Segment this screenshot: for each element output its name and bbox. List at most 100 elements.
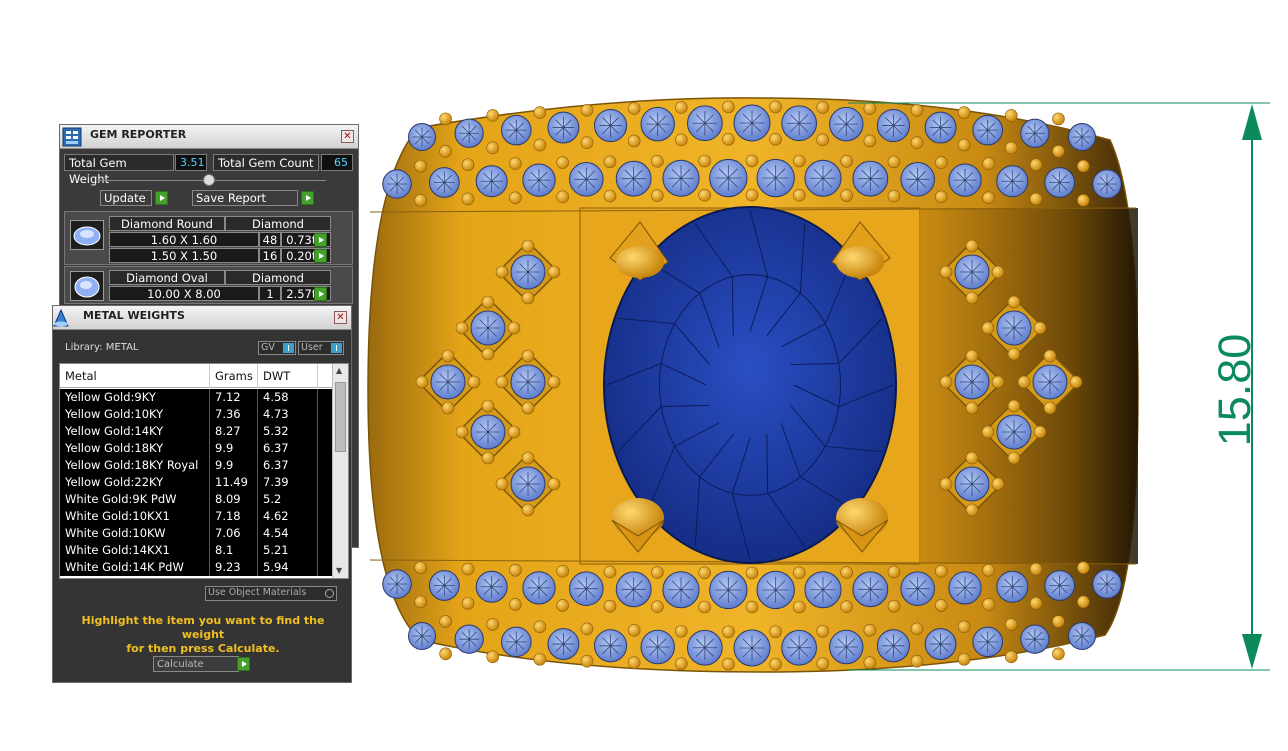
bead [1077, 194, 1090, 207]
bead [414, 159, 427, 173]
use-object-materials-dropdown[interactable]: Use Object Materials [205, 586, 337, 601]
pave-gem [954, 466, 990, 502]
table-row[interactable]: White Gold:14K PdW 9.23 5.94 [60, 559, 332, 576]
dimension-arrow-down [1242, 634, 1262, 669]
bead [486, 618, 500, 631]
splitter-handle-icon[interactable] [203, 174, 215, 186]
metal-weights-close-icon[interactable]: ✕ [334, 311, 347, 324]
pave-gem [1092, 169, 1122, 199]
table-row[interactable]: White Gold:10KX1 7.18 4.62 [60, 508, 332, 525]
pave-gem [996, 570, 1029, 603]
table-row[interactable]: Yellow Gold:18KY 9.9 6.37 [60, 440, 332, 457]
update-go-icon[interactable] [155, 191, 168, 205]
gem-row-go-icon[interactable] [314, 233, 327, 247]
bead [1029, 562, 1043, 576]
bead [521, 503, 535, 517]
bead [674, 657, 688, 670]
cell-metal: Yellow Gold:22KY [60, 474, 210, 491]
table-row[interactable]: Yellow Gold:10KY 7.36 4.73 [60, 406, 332, 423]
calculate-go-icon[interactable] [237, 657, 250, 671]
bead [580, 104, 594, 117]
bead [935, 599, 948, 612]
bead [863, 623, 877, 637]
bead [769, 100, 782, 114]
pave-gem [475, 165, 508, 198]
user-toggle-label: User [301, 342, 323, 353]
table-row[interactable]: Yellow Gold:14KY 8.27 5.32 [60, 423, 332, 440]
bead [461, 562, 475, 576]
gem-group-diamond-oval[interactable]: Diamond Oval Diamond 10.00 X 8.00 1 2.57… [64, 266, 353, 304]
oval-gem-icon [70, 271, 104, 301]
bead [556, 564, 569, 578]
table-row[interactable]: Yellow Gold:9KY 7.12 4.58 [60, 389, 332, 406]
bead [793, 600, 806, 614]
cell-grams: 7.36 [210, 406, 258, 423]
bead [580, 622, 594, 636]
scroll-up-icon[interactable]: ▲ [336, 366, 342, 375]
save-report-go-icon[interactable] [301, 191, 314, 205]
bead [461, 158, 475, 172]
table-row[interactable]: White Gold:9K PdW 8.09 5.2 [60, 491, 332, 508]
table-row[interactable]: Yellow Gold:18KY Royal 9.9 6.37 [60, 457, 332, 474]
bead [816, 101, 830, 114]
bead [863, 134, 877, 148]
gem-reporter-titlebar[interactable]: GEM REPORTER ✕ [60, 125, 358, 149]
calculate-button[interactable]: Calculate [153, 656, 239, 672]
pave-gem [996, 414, 1032, 450]
gv-toggle-knob-icon [283, 343, 294, 353]
bead [1052, 647, 1065, 661]
table-row[interactable]: White Gold:14KX1 8.1 5.21 [60, 542, 332, 559]
pave-gem [781, 629, 818, 666]
bead [627, 623, 641, 637]
bead [816, 133, 830, 147]
gem-row-go-icon[interactable] [314, 287, 327, 301]
pave-gem [876, 109, 911, 143]
scrollbar-thumb[interactable] [335, 382, 346, 452]
bead [957, 138, 971, 152]
pave-gem [522, 571, 556, 605]
pave-gem [569, 571, 604, 606]
bead [965, 291, 979, 305]
pave-gem [1068, 622, 1096, 650]
scroll-down-icon[interactable]: ▼ [336, 566, 342, 575]
update-button[interactable]: Update [100, 190, 152, 206]
bead [769, 132, 782, 146]
table-row[interactable]: Yellow Gold:22KY 11.49 7.39 [60, 474, 332, 491]
table-row[interactable]: White Gold:10KW 7.06 4.54 [60, 525, 332, 542]
cell-dwt: 6.37 [258, 457, 318, 474]
bead [939, 265, 953, 279]
gv-toggle[interactable]: GV [258, 341, 296, 355]
column-header-grams[interactable]: Grams [210, 364, 258, 388]
pave-gem [852, 160, 889, 197]
bead [793, 188, 806, 202]
cell-grams: 9.9 [210, 440, 258, 457]
gem-row-go-icon[interactable] [314, 249, 327, 263]
bead [651, 600, 664, 613]
pave-gem [640, 106, 675, 142]
metal-weights-table[interactable]: Metal Grams DWT Yellow Gold:9KY 7.12 4.58 Y… [59, 363, 349, 579]
pave-gem [1044, 570, 1076, 601]
bead [439, 647, 452, 661]
bead [910, 104, 924, 117]
column-header-metal[interactable]: Metal [60, 364, 210, 388]
bead [965, 451, 979, 465]
metal-weights-panel: METAL WEIGHTS ✕ Library: METAL GV User M… [52, 305, 352, 683]
cell-metal: Yellow Gold:14KY [60, 423, 210, 440]
table-scrollbar[interactable]: ▲ ▼ [332, 364, 348, 578]
pave-gem [852, 571, 889, 608]
user-toggle[interactable]: User [298, 341, 344, 355]
bead [509, 598, 522, 611]
gem-reporter-close-icon[interactable]: ✕ [341, 130, 354, 143]
bead [414, 561, 427, 574]
gem-group-diamond-round[interactable]: Diamond Round Diamond 1.60 X 1.60 48 0.7… [64, 211, 353, 265]
bead [698, 566, 711, 580]
cell-grams: 11.49 [210, 474, 258, 491]
save-report-button[interactable]: Save Report [192, 190, 298, 206]
bead [441, 401, 455, 415]
bead [1077, 561, 1090, 574]
metal-weights-titlebar[interactable]: METAL WEIGHTS ✕ [53, 306, 351, 330]
bead [1029, 158, 1043, 172]
column-header-dwt[interactable]: DWT [258, 364, 318, 388]
pave-gem [510, 364, 546, 400]
cell-grams: 7.12 [210, 389, 258, 406]
